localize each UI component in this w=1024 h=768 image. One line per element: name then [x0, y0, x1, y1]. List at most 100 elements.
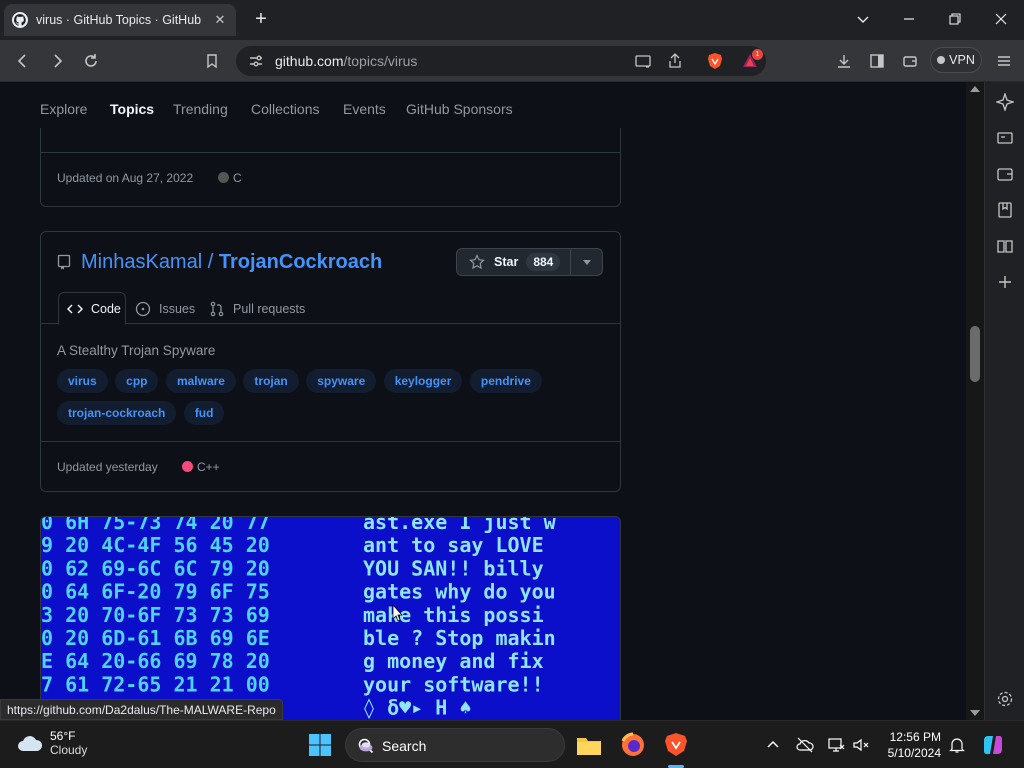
weather-widget[interactable]: 56°F Cloudy: [16, 729, 87, 757]
repo-owner-link[interactable]: MinhasKamal: [81, 251, 202, 273]
close-window-icon[interactable]: [986, 6, 1016, 32]
copilot-icon[interactable]: [980, 732, 1006, 758]
volume-muted-icon[interactable]: [852, 736, 870, 754]
nav-events[interactable]: Events: [343, 101, 386, 117]
brave-shields-icon[interactable]: [706, 52, 724, 70]
hex-dump-bytes: E 64 20-66 69 78 20: [41, 649, 270, 673]
side-panel-settings-icon[interactable]: [996, 690, 1014, 708]
restore-icon[interactable]: [940, 6, 970, 32]
topic-tag[interactable]: trojan-cockroach: [57, 401, 177, 425]
repo-footer: Updated yesterday C++: [41, 441, 620, 491]
tab-close-icon[interactable]: ✕: [212, 12, 228, 28]
address-bar[interactable]: github.com/topics/virus 1: [236, 46, 766, 76]
share-icon[interactable]: [666, 52, 684, 70]
hex-dump-ascii: ble ? Stop makin: [363, 626, 556, 650]
repo-preview-image[interactable]: 0 6H 75-73 74 20 77 ast.exe I just w 9 20 …: [40, 516, 621, 720]
nav-trending[interactable]: Trending: [173, 101, 228, 117]
url-text: github.com/topics/virus: [275, 53, 417, 69]
vpn-status-icon: [937, 56, 946, 64]
tab-pull-requests-label: Pull requests: [233, 301, 306, 316]
nav-topics[interactable]: Topics: [110, 101, 154, 117]
leo-ai-icon[interactable]: [994, 91, 1016, 113]
wallet-side-icon[interactable]: [996, 165, 1014, 183]
repo-icon: [57, 254, 71, 270]
repo-updated: Updated yesterday: [57, 460, 158, 474]
search-highlight-icon: [359, 742, 373, 752]
scroll-thumb[interactable]: [970, 326, 980, 382]
onedrive-offline-icon[interactable]: [796, 736, 814, 754]
tab-search-chevron-icon[interactable]: [848, 6, 878, 32]
star-count: 884: [526, 253, 561, 271]
tab-code-label: Code: [91, 301, 121, 316]
brave-rewards-icon[interactable]: 1: [741, 49, 763, 70]
topic-tag[interactable]: cpp: [115, 369, 159, 393]
site-settings-icon[interactable]: [248, 53, 264, 69]
tab-code[interactable]: Code: [58, 292, 126, 325]
bookmarks-side-icon[interactable]: [996, 201, 1014, 219]
wallet-icon[interactable]: [898, 49, 922, 73]
hex-dump-image: 0 6H 75-73 74 20 77 ast.exe I just w 9 20 …: [41, 517, 557, 720]
forward-icon[interactable]: [45, 49, 69, 73]
tab-issues[interactable]: Issues: [135, 292, 195, 325]
brave-browser-icon[interactable]: [662, 731, 690, 759]
system-clock[interactable]: 12:56 PM 5/10/2024: [881, 729, 941, 761]
caret-down-icon: [582, 259, 591, 265]
scroll-up-arrow-icon[interactable]: [970, 86, 980, 92]
browser-tab-active[interactable]: virus · GitHub Topics · GitHub ✕: [4, 4, 236, 36]
prev-repo-card: Updated on Aug 27, 2022 C: [40, 128, 621, 207]
vpn-button[interactable]: VPN: [930, 47, 982, 73]
page-scrollbar[interactable]: [966, 82, 984, 720]
reading-list-icon[interactable]: [996, 237, 1014, 255]
github-page: Explore Topics Trending Collections Even…: [0, 82, 966, 720]
back-icon[interactable]: [11, 49, 35, 73]
topic-tag[interactable]: keylogger: [383, 369, 463, 393]
reload-icon[interactable]: [79, 49, 103, 73]
cast-icon[interactable]: [634, 52, 652, 70]
url-path: /topics/virus: [343, 53, 418, 69]
prev-repo-footer: Updated on Aug 27, 2022 C: [41, 152, 620, 206]
nav-explore[interactable]: Explore: [40, 101, 87, 117]
firefox-icon[interactable]: [619, 731, 647, 759]
star-dropdown-button[interactable]: [571, 249, 602, 275]
tab-pull-requests[interactable]: Pull requests: [209, 292, 305, 325]
topic-tag[interactable]: fud: [183, 401, 225, 425]
hex-dump-bytes: 3 20 70-6F 73 73 69: [41, 603, 270, 627]
topic-tag[interactable]: malware: [165, 369, 236, 393]
new-tab-plus-icon[interactable]: +: [250, 8, 272, 30]
topic-tag[interactable]: pendrive: [469, 369, 542, 393]
hex-dump-bytes: 0 62 69-6C 6C 79 20: [41, 556, 270, 580]
hex-dump-bytes: 0 64 6F-20 79 6F 75: [41, 580, 270, 604]
windows-start-icon[interactable]: [308, 733, 332, 757]
topic-tag[interactable]: spyware: [306, 369, 377, 393]
add-panel-icon[interactable]: [996, 273, 1014, 291]
notification-bell-icon[interactable]: [948, 736, 966, 754]
file-explorer-icon[interactable]: [575, 731, 603, 759]
windows-taskbar: 56°F Cloudy Search 12:56 PM 5/10/2024: [0, 720, 1024, 768]
menu-icon[interactable]: [992, 49, 1016, 73]
hex-dump-bytes: 7 61 72-65 21 21 00: [41, 672, 270, 696]
issue-icon: [135, 301, 151, 316]
hex-dump-ascii: ant to say LOVE: [363, 533, 544, 557]
minimize-icon[interactable]: [894, 6, 924, 32]
search-label: Search: [382, 738, 427, 754]
scroll-down-arrow-icon[interactable]: [970, 710, 980, 716]
language-color-dot: [182, 461, 193, 472]
bookmark-icon[interactable]: [200, 49, 224, 73]
news-icon[interactable]: [996, 129, 1014, 147]
nav-github-sponsors[interactable]: GitHub Sponsors: [406, 101, 513, 117]
url-domain: github.com: [275, 53, 344, 69]
download-icon[interactable]: [832, 49, 856, 73]
topic-tag[interactable]: virus: [57, 369, 108, 393]
sidebar-toggle-icon[interactable]: [865, 49, 889, 73]
network-icon[interactable]: [827, 736, 845, 754]
topic-tag[interactable]: trojan: [243, 369, 299, 393]
topic-list: virus cpp malware trojan spyware keylogg…: [57, 369, 607, 433]
nav-collections[interactable]: Collections: [251, 101, 319, 117]
show-hidden-icons-chevron-icon[interactable]: [764, 736, 782, 754]
taskbar-search[interactable]: Search: [345, 728, 565, 762]
hex-dump-bytes: 0 20 6D-61 6B 69 6E: [41, 626, 270, 650]
star-button[interactable]: Star 884: [457, 249, 571, 275]
clock-date: 5/10/2024: [887, 746, 941, 760]
repo-name-link[interactable]: TrojanCockroach: [219, 251, 382, 273]
link-status-bar: https://github.com/Da2dalus/The-MALWARE-…: [0, 699, 283, 720]
